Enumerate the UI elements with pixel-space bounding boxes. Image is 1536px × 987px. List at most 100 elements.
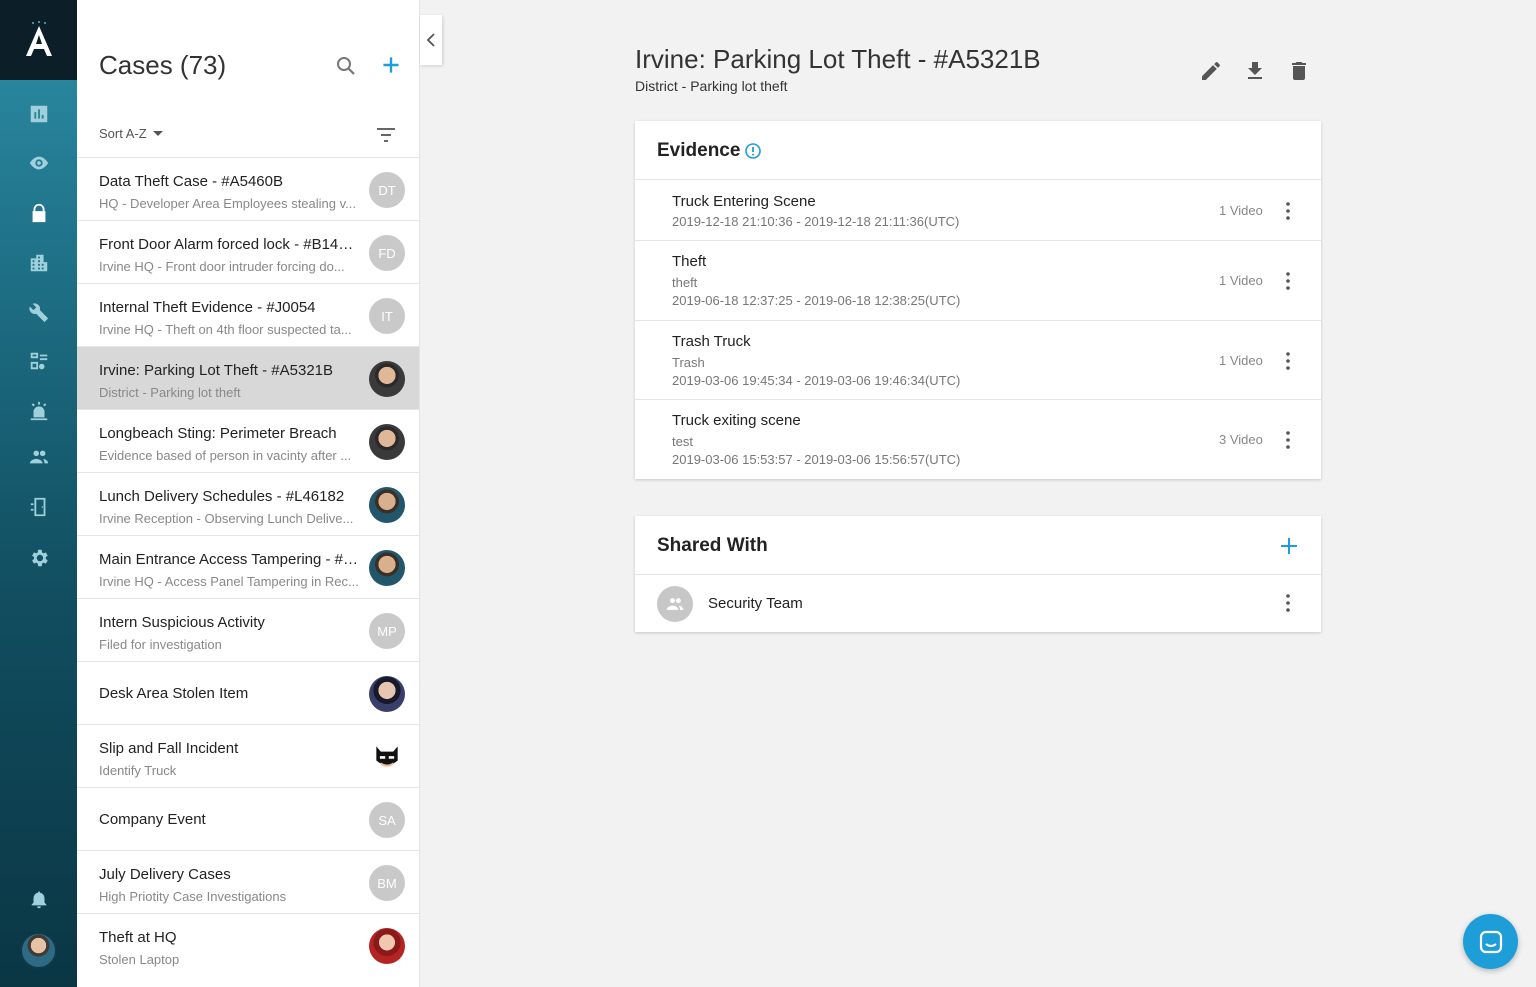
shared-with-card: Shared With Security Team (635, 516, 1321, 632)
more-vertical-icon[interactable] (1280, 351, 1296, 371)
evidence-card: Evidence Truck Entering Scene 2019-12-18… (635, 121, 1321, 479)
case-avatar: FD (369, 235, 405, 271)
evidence-time-range: 2019-03-06 19:45:34 - 2019-03-06 19:46:3… (672, 373, 961, 388)
case-subtitle: HQ - Developer Area Employees stealing v… (99, 196, 356, 211)
case-subtitle: Irvine Reception - Observing Lunch Deliv… (99, 511, 354, 526)
case-avatar: SA (369, 802, 405, 838)
case-row[interactable]: Longbeach Sting: Perimeter Breach Eviden… (77, 409, 419, 472)
group-people-icon (666, 598, 684, 610)
case-row[interactable]: Theft at HQ Stolen Laptop (77, 913, 419, 976)
evidence-video-count: 3 Video (1219, 432, 1263, 447)
case-title: July Delivery Cases (99, 866, 231, 883)
case-title: Desk Area Stolen Item (99, 685, 249, 702)
wrench-icon[interactable] (24, 297, 54, 327)
evidence-item[interactable]: Truck exiting scene test 2019-03-06 15:5… (635, 400, 1321, 479)
evidence-description: theft (672, 275, 698, 290)
case-subtitle: Irvine HQ - Access Panel Tampering in Re… (99, 574, 359, 589)
evidence-time-range: 2019-06-18 12:37:25 - 2019-06-18 12:38:2… (672, 293, 961, 308)
nav-rail (0, 0, 77, 987)
cases-list-panel: Cases (73) Sort A-Z Data Theft Case - #A… (77, 0, 420, 987)
case-subtitle: District - Parking lot theft (99, 385, 241, 400)
case-avatar: IT (369, 298, 405, 334)
evidence-item[interactable]: Truck Entering Scene 2019-12-18 21:10:36… (635, 180, 1321, 241)
cases-title: Cases (73) (99, 50, 227, 80)
chat-icon (1479, 930, 1502, 953)
sort-dropdown[interactable]: Sort A-Z (99, 126, 163, 141)
evidence-title: Truck exiting scene (672, 412, 801, 429)
more-vertical-icon[interactable] (1280, 593, 1296, 613)
case-title: Theft at HQ (99, 929, 177, 946)
group-avatar (657, 586, 693, 622)
add-case-icon[interactable] (378, 52, 404, 78)
user-avatar[interactable] (20, 932, 57, 969)
notification-bell-icon[interactable] (24, 884, 54, 914)
shared-with-item[interactable]: Security Team (635, 575, 1321, 632)
case-row[interactable]: Lunch Delivery Schedules - #L46182 Irvin… (77, 472, 419, 535)
settings-gear-icon[interactable] (24, 543, 54, 573)
evidence-header: Evidence (635, 121, 1321, 180)
filter-icon[interactable] (374, 125, 398, 145)
view-eye-icon[interactable] (24, 148, 54, 178)
caret-down-icon (152, 131, 163, 136)
case-row[interactable]: Slip and Fall Incident Identify Truck (77, 724, 419, 787)
analytics-icon[interactable] (24, 99, 54, 129)
case-title: Intern Suspicious Activity (99, 614, 265, 631)
evidence-time-range: 2019-03-06 15:53:57 - 2019-03-06 15:56:5… (672, 452, 961, 467)
case-avatar-photo (369, 487, 405, 523)
case-row[interactable]: Desk Area Stolen Item (77, 661, 419, 724)
case-avatar-photo (369, 424, 405, 460)
evidence-video-count: 1 Video (1219, 353, 1263, 368)
case-row[interactable]: Internal Theft Evidence - #J0054 Irvine … (77, 283, 419, 346)
sort-label: Sort A-Z (99, 126, 147, 141)
delete-trash-icon[interactable] (1287, 59, 1311, 83)
case-row[interactable]: Data Theft Case - #A5460B HQ - Developer… (77, 157, 419, 220)
case-row[interactable]: Front Door Alarm forced lock - #B143... … (77, 220, 419, 283)
evidence-item[interactable]: Trash Truck Trash 2019-03-06 19:45:34 - … (635, 321, 1321, 400)
evidence-title: Truck Entering Scene (672, 193, 816, 210)
case-subtitle: High Priotity Case Investigations (99, 889, 287, 904)
case-detail-title: Irvine: Parking Lot Theft - #A5321B (635, 44, 1041, 74)
collapse-panel-button[interactable] (420, 15, 442, 65)
case-row[interactable]: Main Entrance Access Tampering - #A... I… (77, 535, 419, 598)
download-icon[interactable] (1243, 59, 1267, 83)
door-access-icon[interactable] (24, 492, 54, 522)
lock-icon[interactable] (24, 198, 54, 228)
case-title: Irvine: Parking Lot Theft - #A5321B (99, 362, 334, 379)
case-row[interactable]: July Delivery Cases High Priotity Case I… (77, 850, 419, 913)
case-row[interactable]: Intern Suspicious Activity Filed for inv… (77, 598, 419, 661)
more-vertical-icon[interactable] (1280, 271, 1296, 291)
case-avatar-photo (369, 676, 405, 712)
building-icon[interactable] (24, 248, 54, 278)
more-vertical-icon[interactable] (1280, 201, 1296, 221)
case-avatar: MP (369, 613, 405, 649)
add-share-icon[interactable] (1278, 535, 1300, 557)
case-title: Slip and Fall Incident (99, 740, 239, 757)
shared-with-header: Shared With (635, 516, 1321, 575)
search-icon[interactable] (334, 54, 358, 78)
evidence-description: test (672, 434, 693, 449)
people-icon[interactable] (24, 442, 54, 472)
evidence-title: Trash Truck (672, 333, 751, 350)
batman-avatar-icon (369, 739, 405, 775)
shared-with-heading: Shared With (657, 535, 768, 556)
evidence-description: Trash (672, 355, 705, 370)
case-row[interactable]: Company Event SA (77, 787, 419, 850)
chat-support-button[interactable] (1463, 914, 1518, 969)
case-title: Lunch Delivery Schedules - #L46182 (99, 488, 345, 505)
info-icon[interactable] (744, 142, 762, 160)
edit-pencil-icon[interactable] (1199, 59, 1223, 83)
app-logo[interactable] (0, 0, 77, 80)
case-avatar: BM (369, 865, 405, 901)
case-title: Company Event (99, 811, 206, 828)
evidence-item[interactable]: Theft theft 2019-06-18 12:37:25 - 2019-0… (635, 241, 1321, 321)
more-vertical-icon[interactable] (1280, 430, 1296, 450)
workflow-icon[interactable] (24, 346, 54, 376)
case-row-selected[interactable]: Irvine: Parking Lot Theft - #A5321B Dist… (77, 346, 419, 409)
alarm-light-icon[interactable] (24, 396, 54, 426)
case-detail-subtitle: District - Parking lot theft (635, 78, 788, 94)
case-subtitle: Evidence based of person in vacinty afte… (99, 448, 352, 463)
evidence-video-count: 1 Video (1219, 203, 1263, 218)
evidence-time-range: 2019-12-18 21:10:36 - 2019-12-18 21:11:3… (672, 214, 960, 229)
chevron-left-icon (426, 33, 435, 47)
case-avatar-photo (369, 928, 405, 964)
